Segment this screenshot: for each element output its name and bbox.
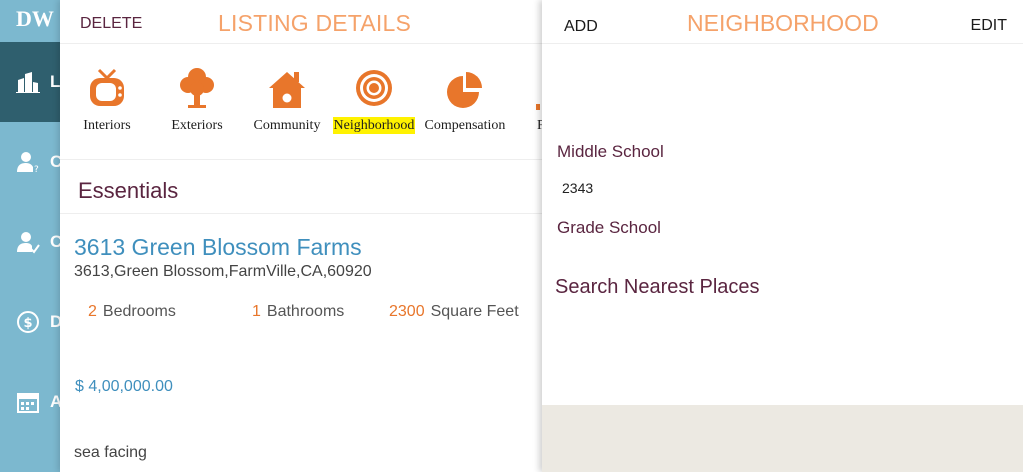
- grade-school-label: Grade School: [557, 218, 661, 237]
- target-icon: [356, 70, 392, 106]
- price: $ 4,00,000.00: [75, 378, 173, 395]
- listing-title: LISTING DETAILS: [218, 10, 412, 36]
- neighborhood-title: NEIGHBORHOOD: [687, 10, 879, 36]
- neighborhood-topbar: ADD NEIGHBORHOOD EDIT: [542, 0, 1023, 44]
- tab-interiors[interactable]: Interiors: [74, 60, 140, 140]
- svg-text:$: $: [24, 316, 33, 331]
- left-sidebar: DW L ? C C $ D A: [0, 0, 60, 472]
- sidebar-item-letter: D: [50, 312, 60, 331]
- listing-details-panel: DELETE LISTING DETAILS Interiors Exterio…: [60, 0, 542, 472]
- property-address: 3613,Green Blossom,FarmVille,CA,60920: [74, 263, 372, 280]
- sidebar-item-letter: C: [50, 152, 60, 171]
- sidebar-item-deals[interactable]: $ D: [0, 282, 60, 362]
- stat-label: Bathrooms: [266, 303, 345, 320]
- stat-value: 2300: [389, 303, 425, 320]
- middle-school-label: Middle School: [557, 142, 664, 161]
- tab-label: Exteriors: [171, 118, 223, 133]
- search-nearest-places-button[interactable]: Search Nearest Places: [555, 276, 760, 299]
- tab-label: Neighborhood: [332, 117, 416, 134]
- sidebar-item-letter: A: [50, 392, 60, 411]
- tab-label: Compensation: [424, 118, 506, 133]
- sidebar-item-letter: C: [50, 232, 60, 251]
- stat-value: 1: [252, 303, 261, 320]
- divider: [60, 213, 542, 214]
- tab-compensation[interactable]: Compensation: [422, 60, 508, 140]
- building-icon: [16, 72, 40, 93]
- tab-partial[interactable]: F: [532, 60, 542, 140]
- stat-bedrooms: 2 Bedrooms: [88, 303, 176, 321]
- house-icon: [269, 72, 305, 108]
- tab-label: Community: [253, 118, 321, 133]
- tab-exteriors[interactable]: Exteriors: [164, 60, 230, 140]
- app-logo: DW: [0, 0, 60, 42]
- sidebar-item-clients[interactable]: C: [0, 202, 60, 282]
- stat-value: 2: [88, 303, 97, 320]
- add-button[interactable]: ADD: [564, 18, 598, 36]
- tv-icon: [90, 68, 124, 106]
- svg-text:?: ?: [34, 165, 39, 174]
- user-check-icon: [17, 232, 40, 254]
- pie-chart-icon: [447, 72, 482, 108]
- middle-school-value: 2343: [562, 180, 594, 196]
- sidebar-item-listings[interactable]: L: [0, 42, 60, 122]
- sidebar-item-appointments[interactable]: A: [0, 362, 60, 442]
- user-question-icon: ?: [17, 152, 39, 174]
- edit-button[interactable]: EDIT: [971, 17, 1007, 35]
- map-area[interactable]: [542, 405, 1023, 472]
- tab-community[interactable]: Community: [250, 60, 324, 140]
- section-title: Essentials: [78, 178, 179, 203]
- tab-label-highlighted: Neighborhood: [328, 117, 420, 134]
- tab-label: Interiors: [83, 118, 131, 133]
- stat-bathrooms: 1 Bathrooms: [252, 303, 344, 321]
- listing-topbar: DELETE LISTING DETAILS: [60, 0, 542, 44]
- description: sea facing: [74, 444, 147, 461]
- stat-label: Square Feet: [430, 303, 519, 320]
- sidebar-item-letter: L: [50, 72, 60, 91]
- delete-button[interactable]: DELETE: [80, 15, 142, 33]
- property-name-link[interactable]: 3613 Green Blossom Farms: [74, 234, 362, 261]
- neighborhood-panel: ADD NEIGHBORHOOD EDIT Middle School 2343…: [542, 0, 1023, 472]
- tab-neighborhood[interactable]: Neighborhood: [328, 60, 420, 140]
- stat-label: Bedrooms: [102, 303, 176, 320]
- money-bag-icon: $: [17, 311, 39, 333]
- calendar-icon: [17, 393, 39, 413]
- tree-icon: [180, 68, 214, 108]
- listing-tabs: Interiors Exteriors Community Neighborho…: [60, 60, 542, 160]
- stat-square-feet: 2300 Square Feet: [389, 303, 519, 321]
- sidebar-item-contacts[interactable]: ? C: [0, 122, 60, 202]
